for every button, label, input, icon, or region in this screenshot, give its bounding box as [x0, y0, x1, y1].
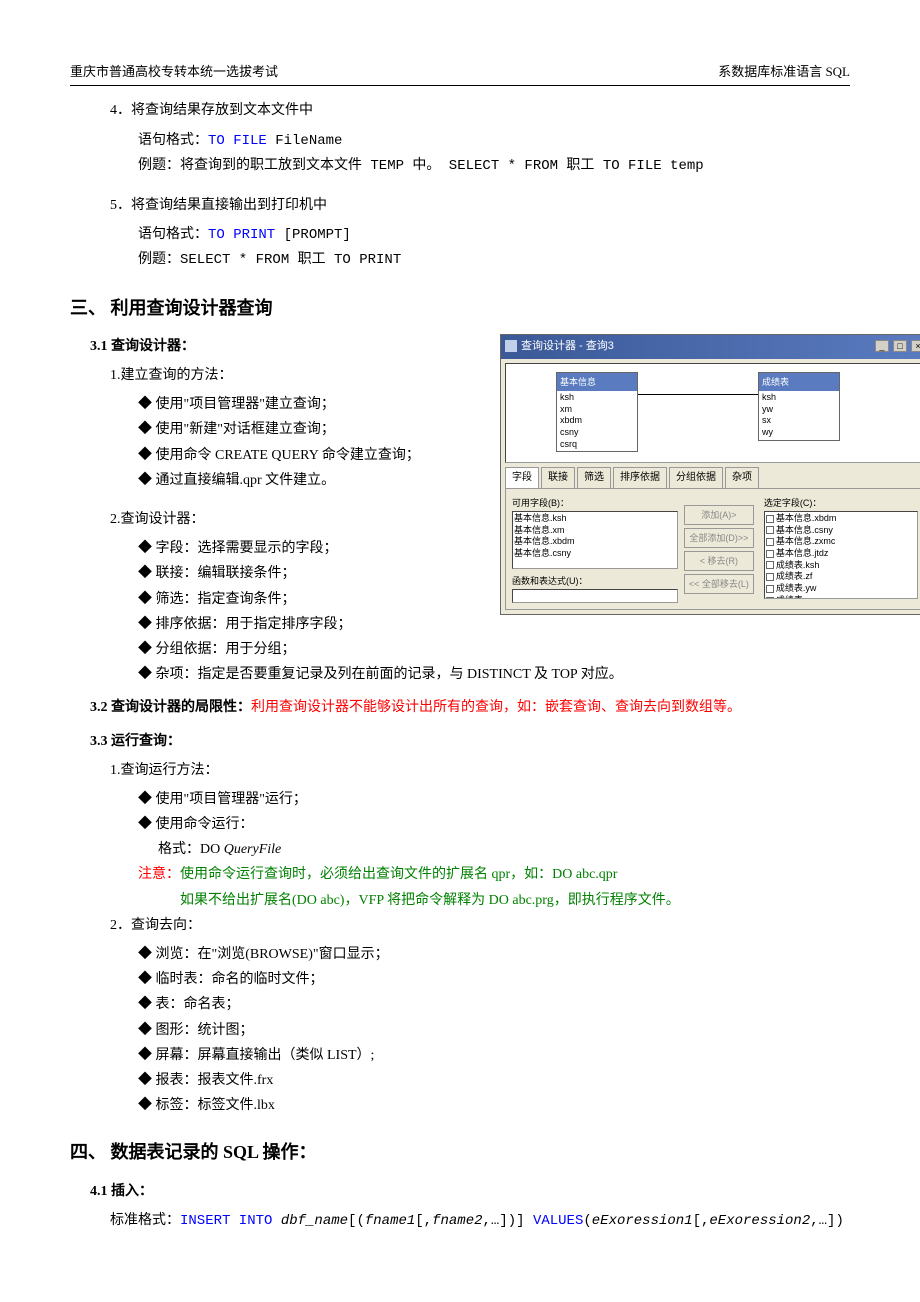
qd-tab-body: 可用字段(B)： 基本信息.ksh 基本信息.xm 基本信息.xbdm 基本信息… [505, 488, 920, 610]
s31-p2-item-4: 分组依据：用于分组； [138, 637, 850, 662]
s33-p2-item-1: 临时表：命名的临时文件； [138, 967, 850, 992]
close-button[interactable]: × [911, 340, 920, 352]
s33-note-1: 注意：使用命令运行查询时，必须给出查询文件的扩展名 qpr，如：DO abc.q… [138, 862, 850, 887]
s33-p2-item-5: 报表：报表文件.frx [138, 1068, 850, 1093]
qd-tab-misc[interactable]: 杂项 [725, 467, 759, 488]
qd-tabs: 字段 联接 筛选 排序依据 分组依据 杂项 [501, 467, 920, 488]
s33-p2-item-0: 浏览：在"浏览(BROWSE)"窗口显示； [138, 942, 850, 967]
qd-tab-join[interactable]: 联接 [541, 467, 575, 488]
maximize-button[interactable]: □ [893, 340, 907, 352]
qd-sel-list[interactable]: 基本信息.xbdm 基本信息.csny 基本信息.zxmc 基本信息.jtdz … [764, 511, 918, 599]
header-right: 系数据库标准语言 SQL [718, 60, 850, 83]
sec-4-1-format: 标准格式：INSERT INTO dbf_name[(fname1[,fname… [110, 1208, 850, 1234]
qd-tab-order[interactable]: 排序依据 [613, 467, 667, 488]
sec-3-3-title: 3.3 运行查询： [90, 729, 850, 754]
qd-table-2-fields[interactable]: ksh yw sx wy [759, 391, 839, 440]
sec-3-3-p2: 2．查询去向： [110, 913, 850, 938]
minimize-button[interactable]: _ [875, 340, 889, 352]
qd-add-button[interactable]: 添加(A)> [684, 505, 754, 525]
qd-tab-group[interactable]: 分组依据 [669, 467, 723, 488]
item-5-title: 5．将查询结果直接输出到打印机中 [110, 193, 850, 218]
qd-join-line[interactable] [638, 394, 758, 395]
item-4-title: 4．将查询结果存放到文本文件中 [110, 98, 850, 123]
qd-tables-pane: 基本信息 ksh xm xbdm csny csrq 成绩表 ksh yw sx… [505, 363, 920, 463]
query-designer-window: 查询设计器 - 查询3 _ □ × 基本信息 ksh xm xbdm csny … [500, 334, 920, 615]
s33-p2-item-6: 标签：标签文件.lbx [138, 1093, 850, 1118]
sec-3-2: 3.2 查询设计器的局限性：利用查询设计器不能够设计出所有的查询，如：嵌套查询、… [90, 695, 850, 720]
section-3-title: 三、 利用查询设计器查询 [70, 292, 850, 324]
header-left: 重庆市普通高校专转本统一选拔考试 [70, 60, 278, 83]
item-5-syntax: 语句格式：TO PRINT [PROMPT] [138, 222, 850, 248]
s33-p1-a: 使用"项目管理器"运行； [138, 787, 850, 812]
s33-p2-item-2: 表：命名表； [138, 992, 850, 1017]
qd-avail-label: 可用字段(B)： [512, 495, 678, 511]
s33-p2-item-3: 图形：统计图； [138, 1018, 850, 1043]
item-5-example: 例题：SELECT * FROM 职工 TO PRINT [138, 248, 850, 273]
sec-3-3-p1: 1.查询运行方法： [110, 758, 850, 783]
sec-4-1-title: 4.1 插入： [90, 1179, 850, 1204]
qd-func-input[interactable] [512, 589, 678, 603]
qd-func-label: 函数和表达式(U)： [512, 573, 678, 589]
qd-titlebar[interactable]: 查询设计器 - 查询3 _ □ × [501, 335, 920, 359]
item-4-syntax: 语句格式：TO FILE FileName [138, 128, 850, 154]
s33-p1-b: 使用命令运行： [138, 812, 850, 837]
s33-p2-item-4: 屏幕：屏幕直接输出（类似 LIST）; [138, 1043, 850, 1068]
qd-table-2-header: 成绩表 [759, 373, 839, 391]
s31-p2-item-3: 排序依据：用于指定排序字段； [138, 612, 850, 637]
qd-table-1[interactable]: 基本信息 ksh xm xbdm csny csrq [556, 372, 638, 453]
qd-removeall-button[interactable]: << 全部移去(L) [684, 574, 754, 594]
qd-table-1-fields[interactable]: ksh xm xbdm csny csrq [557, 391, 637, 451]
qd-tab-fields[interactable]: 字段 [505, 467, 539, 488]
qd-sel-label: 选定字段(C)： [764, 495, 918, 511]
qd-table-2[interactable]: 成绩表 ksh yw sx wy [758, 372, 840, 441]
qd-avail-list[interactable]: 基本信息.ksh 基本信息.xm 基本信息.xbdm 基本信息.csny [512, 511, 678, 569]
s33-format: 格式：DO QueryFile [158, 837, 850, 862]
qd-remove-button[interactable]: < 移去(R) [684, 551, 754, 571]
qd-tab-filter[interactable]: 筛选 [577, 467, 611, 488]
section-4-title: 四、 数据表记录的 SQL 操作： [70, 1136, 850, 1168]
qd-table-1-header: 基本信息 [557, 373, 637, 391]
qd-icon [505, 340, 517, 352]
s31-p2-item-5: 杂项：指定是否要重复记录及列在前面的记录，与 DISTINCT 及 TOP 对应… [138, 662, 850, 687]
s33-note-2: 如果不给出扩展名(DO abc)，VFP 将把命令解释为 DO abc.prg，… [180, 888, 850, 913]
item-4-example: 例题：将查询到的职工放到文本文件 TEMP 中。 SELECT * FROM 职… [138, 154, 850, 179]
qd-addall-button[interactable]: 全部添加(D)>> [684, 528, 754, 548]
